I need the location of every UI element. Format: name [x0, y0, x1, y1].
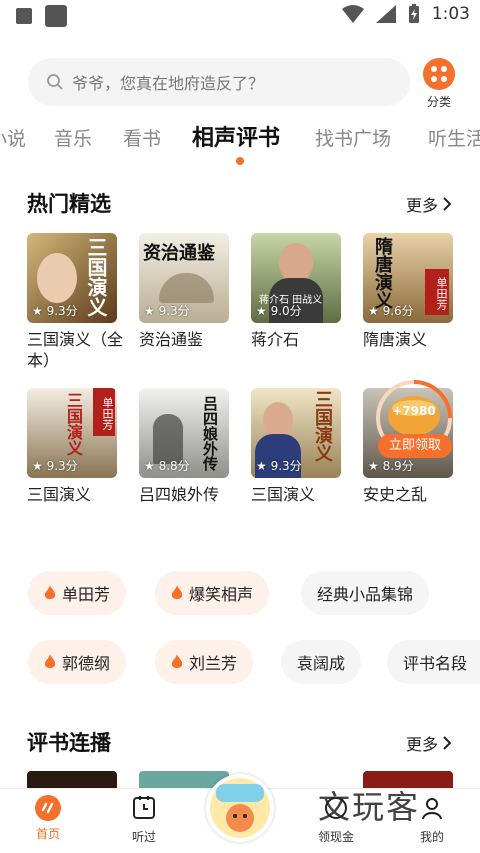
book-title: 三国演义（全本）: [27, 330, 124, 370]
book-title: 吕四娘外传: [139, 485, 220, 504]
history-icon: [133, 796, 155, 819]
book-card[interactable]: 三国演义 ★ 9.3分 三国演义（全本）: [27, 233, 123, 371]
book-cover: 三国演义 ★ 9.3分: [251, 388, 341, 478]
section-title-serial: 评书连播: [27, 731, 111, 755]
tab-music[interactable]: 音乐: [54, 124, 92, 151]
category-label: 分类: [426, 95, 451, 109]
signal-icon: [375, 5, 396, 23]
book-rating: ★ 9.0分: [256, 304, 302, 318]
status-time: 1:03: [431, 4, 470, 24]
book-card[interactable]: 隋唐演义 单田芳 ★ 9.6分 隋唐演义: [363, 233, 455, 350]
search-input[interactable]: 爷爷，您真在地府造反了？: [28, 58, 410, 106]
tab-book-square[interactable]: 找书广场: [315, 124, 391, 151]
wifi-icon: [341, 5, 364, 23]
more-button-serial[interactable]: 更多: [406, 731, 452, 755]
tag-chip[interactable]: 评书名段: [387, 640, 480, 684]
cover-badge: 单田芳: [93, 388, 115, 436]
book-rating: ★ 8.9分: [368, 459, 414, 473]
battery-icon: [408, 4, 419, 23]
book-cover: 隋唐演义 单田芳 ★ 9.6分: [363, 233, 453, 323]
tag-chip[interactable]: 袁阔成: [281, 640, 362, 684]
book-title: 蒋介石: [251, 330, 300, 349]
profile-icon: [422, 798, 442, 820]
mascot-button[interactable]: [206, 774, 274, 842]
tag-chip[interactable]: 郭德纲: [28, 640, 127, 684]
watermark-logo: 文玩客: [318, 788, 421, 826]
book-card[interactable]: 资治通鉴 ★ 9.3分 资治通鉴: [139, 233, 231, 350]
more-label: 更多: [405, 735, 438, 754]
chevron-right-icon: [443, 197, 452, 211]
mascot-icon: [210, 778, 270, 838]
tab-life[interactable]: 听生活: [428, 124, 480, 151]
more-label: 更多: [405, 196, 438, 215]
book-rating: ★ 8.8分: [144, 459, 190, 473]
book-rating: ★ 9.3分: [32, 459, 78, 473]
tag-chip[interactable]: 刘兰芳: [155, 640, 254, 684]
tag-chip[interactable]: 爆笑相声: [155, 571, 270, 615]
book-cover: 蒋介石 田战义 ★ 9.0分: [251, 233, 341, 323]
home-icon: [35, 795, 61, 821]
section-title-hot: 热门精选: [27, 192, 111, 216]
status-bar: 1:03: [0, 0, 480, 34]
book-card[interactable]: 蒋介石 田战义 ★ 9.0分 蒋介石: [251, 233, 343, 350]
tag-chip[interactable]: 单田芳: [28, 571, 127, 615]
book-title: 三国演义: [251, 485, 316, 504]
book-title: 资治通鉴: [139, 330, 204, 349]
nav-history[interactable]: 听过: [114, 795, 174, 845]
tab-novel[interactable]: 小说: [0, 124, 26, 151]
book-cover: 三国演义 ★ 9.3分: [27, 233, 117, 323]
claim-button[interactable]: 立即领取: [378, 434, 452, 458]
book-rating: ★ 9.6分: [368, 304, 414, 318]
search-placeholder: 爷爷，您真在地府造反了？: [72, 74, 265, 93]
tag-chip[interactable]: 经典小品集锦: [301, 571, 430, 615]
book-rating: ★ 9.3分: [32, 304, 78, 318]
chevron-right-icon: [443, 736, 452, 750]
cover-badge: 单田芳: [425, 269, 449, 315]
reward-amount: +7980: [392, 404, 436, 418]
category-icon: [423, 58, 455, 90]
flame-icon: [44, 654, 56, 668]
book-title: 安史之乱: [363, 485, 428, 504]
search-icon: [47, 74, 63, 90]
book-cover: 资治通鉴 ★ 9.3分: [139, 233, 229, 323]
book-card[interactable]: 吕四娘外传 ★ 8.8分 吕四娘外传: [139, 388, 231, 505]
more-button-hot[interactable]: 更多: [406, 192, 452, 216]
book-title: 三国演义: [27, 485, 92, 504]
tab-books[interactable]: 看书: [123, 124, 161, 151]
book-cover: 吕四娘外传 ★ 8.8分: [139, 388, 229, 478]
book-card[interactable]: 三国演义 单田芳 ★ 9.3分 三国演义: [27, 388, 119, 505]
flame-icon: [171, 654, 183, 668]
notification-icon: [45, 5, 67, 27]
book-card[interactable]: 三国演义 ★ 9.3分 三国演义: [251, 388, 343, 505]
tab-crosstalk[interactable]: 相声评书: [192, 120, 280, 152]
flame-icon: [171, 585, 183, 599]
book-rating: ★ 9.3分: [144, 304, 190, 318]
nav-home[interactable]: 首页: [18, 795, 78, 842]
book-rating: ★ 9.3分: [256, 459, 302, 473]
category-button[interactable]: 分类: [420, 58, 458, 110]
notification-icon: [16, 8, 32, 24]
book-cover: 三国演义 单田芳 ★ 9.3分: [27, 388, 117, 478]
book-title: 隋唐演义: [363, 330, 428, 349]
reward-popup[interactable]: +7980 立即领取: [374, 378, 454, 458]
flame-icon: [44, 585, 56, 599]
active-tab-indicator: [236, 157, 244, 165]
